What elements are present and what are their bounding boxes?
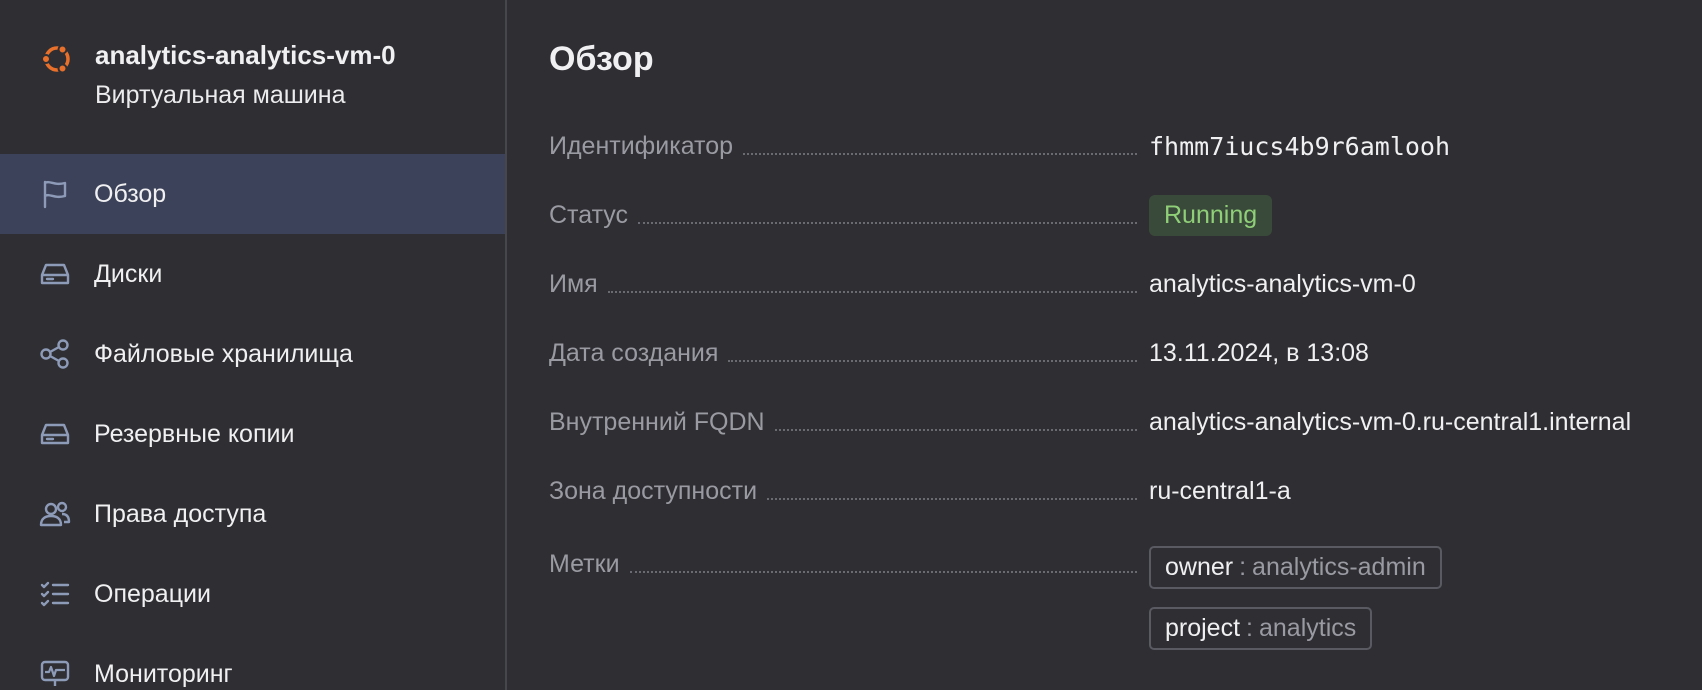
- dotted-leader: [607, 290, 1137, 293]
- sidebar-item-label: Операции: [94, 579, 211, 608]
- property-key: Статус: [549, 201, 629, 229]
- label-key: owner: [1165, 553, 1234, 581]
- properties-list: Идентификатор fhmm7iucs4b9r6amlooh Стату…: [549, 112, 1699, 650]
- app-window: analytics-analytics-vm-0 Виртуальная маш…: [0, 0, 1702, 690]
- sidebar-item-label: Резервные копии: [94, 419, 295, 448]
- sidebar-item-label: Обзор: [94, 179, 167, 208]
- sidebar-item-overview[interactable]: Обзор: [0, 154, 505, 234]
- page-title: Обзор: [549, 40, 654, 78]
- label-tag[interactable]: project: analytics: [1149, 607, 1373, 650]
- property-row-zone: Зона доступности ru-central1-a: [549, 457, 1699, 526]
- label-tag[interactable]: owner: analytics-admin: [1149, 546, 1442, 589]
- labels-list: owner: analytics-admin project: analytics: [1149, 544, 1442, 650]
- sidebar-item-label: Файловые хранилища: [94, 339, 353, 368]
- sidebar-item-label: Диски: [94, 259, 163, 288]
- disk-icon: [38, 257, 72, 291]
- created-date-value: 13.11.2024, в 13:08: [1149, 339, 1369, 367]
- label-separator: :: [1239, 553, 1247, 581]
- sidebar-item-disks[interactable]: Диски: [0, 234, 505, 314]
- property-key: Зона доступности: [549, 477, 758, 505]
- dotted-leader: [728, 359, 1137, 362]
- fqdn-value[interactable]: analytics-analytics-vm-0.ru-central1.int…: [1149, 408, 1631, 437]
- sidebar: analytics-analytics-vm-0 Виртуальная маш…: [0, 0, 507, 690]
- property-row-created: Дата создания 13.11.2024, в 13:08: [549, 319, 1699, 388]
- share-nodes-icon: [38, 337, 72, 371]
- dotted-leader: [743, 152, 1137, 155]
- sidebar-item-access-rights[interactable]: Права доступа: [0, 474, 505, 554]
- users-icon: [38, 497, 72, 531]
- label-key: project: [1165, 614, 1241, 642]
- property-key: Метки: [549, 550, 620, 578]
- property-key: Имя: [549, 270, 598, 298]
- flag-icon: [38, 177, 72, 211]
- vm-header: analytics-analytics-vm-0 Виртуальная маш…: [38, 36, 396, 114]
- label-separator: :: [1246, 614, 1253, 642]
- property-row-labels: Метки owner: analytics-admin project: anal…: [549, 526, 1699, 650]
- label-value: analytics-admin: [1252, 553, 1426, 581]
- main-content: Обзор Идентификатор fhmm7iucs4b9r6amlooh…: [507, 0, 1702, 690]
- vm-type: Виртуальная машина: [95, 81, 346, 109]
- sidebar-item-operations[interactable]: Операции: [0, 554, 505, 634]
- property-row-fqdn: Внутренний FQDN analytics-analytics-vm-0…: [549, 388, 1699, 457]
- sidebar-item-backups[interactable]: Резервные копии: [0, 394, 505, 474]
- dotted-leader: [638, 221, 1137, 224]
- sidebar-item-monitoring[interactable]: Мониторинг: [0, 634, 505, 690]
- property-key: Дата создания: [549, 339, 719, 367]
- monitor-icon: [38, 657, 72, 690]
- zone-value: ru-central1-a: [1149, 477, 1291, 505]
- vm-name-value[interactable]: analytics-analytics-vm-0: [1149, 270, 1416, 299]
- dotted-leader: [774, 428, 1137, 431]
- property-key: Идентификатор: [549, 132, 734, 160]
- sidebar-item-label: Права доступа: [94, 499, 267, 528]
- dotted-leader: [629, 570, 1137, 573]
- property-row-name: Имя analytics-analytics-vm-0: [549, 250, 1699, 319]
- checklist-icon: [38, 577, 72, 611]
- property-row-id: Идентификатор fhmm7iucs4b9r6amlooh: [549, 112, 1699, 181]
- sidebar-item-label: Мониторинг: [94, 659, 233, 688]
- sidebar-item-file-storage[interactable]: Файловые хранилища: [0, 314, 505, 394]
- sidebar-nav: Обзор Диски Файловые хранилища Резервные…: [0, 154, 505, 690]
- backup-disk-icon: [38, 417, 72, 451]
- status-badge: Running: [1149, 195, 1273, 236]
- dotted-leader: [767, 497, 1137, 500]
- vm-name: analytics-analytics-vm-0: [95, 40, 396, 70]
- vm-id-value[interactable]: fhmm7iucs4b9r6amlooh: [1149, 132, 1450, 161]
- ubuntu-icon: [38, 40, 76, 78]
- property-key: Внутренний FQDN: [549, 408, 765, 436]
- property-row-status: Статус Running: [549, 181, 1699, 250]
- label-value: analytics: [1259, 614, 1357, 642]
